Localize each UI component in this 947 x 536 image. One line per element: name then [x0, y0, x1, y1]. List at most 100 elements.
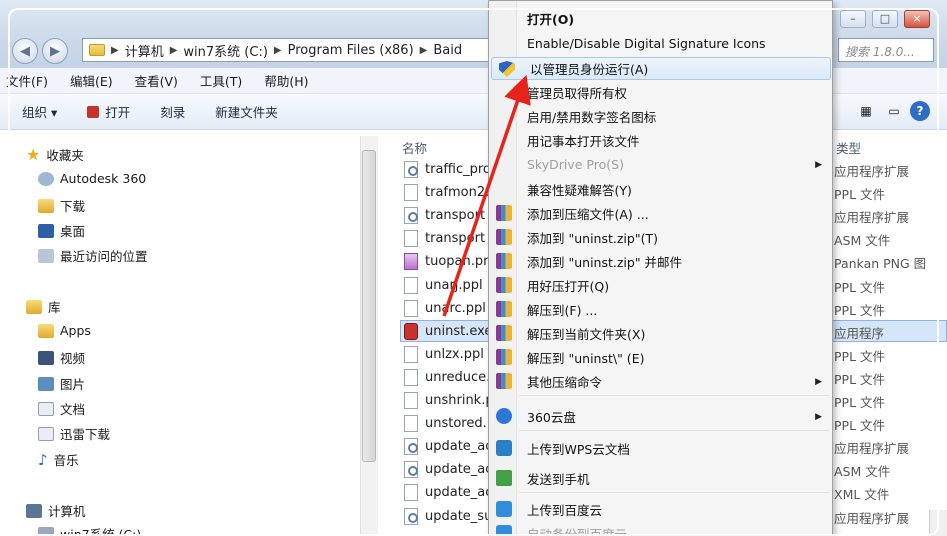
context-menu-item[interactable]: Enable/Disable Digital Signature Icons — [489, 32, 832, 55]
sidebar-scroll-thumb[interactable] — [362, 150, 376, 462]
menu-file[interactable]: 文件(F) — [6, 71, 48, 90]
explorer-window: – □ × ◀ ▶ ▶ 计算机 ▶ win7系统 (C:) ▶ Program … — [0, 0, 947, 536]
context-menu-item[interactable]: 其他压缩命令 ▶ — [489, 370, 832, 393]
close-button[interactable]: × — [904, 10, 930, 28]
context-menu-label: 以管理员身份运行(A) — [530, 62, 649, 77]
context-menu-label: 添加到 "uninst.zip" 并邮件 — [527, 255, 683, 270]
address-bar[interactable]: ▶ 计算机 ▶ win7系统 (C:) ▶ Program Files (x86… — [82, 38, 502, 62]
sidebar-computer[interactable]: 计算机 — [26, 501, 86, 520]
file-row[interactable]: transport — [404, 207, 485, 225]
file-row[interactable]: transport — [404, 230, 485, 248]
context-menu-label: 兼容性疑难解答(Y) — [527, 183, 632, 198]
file-name: unstored. — [425, 416, 487, 432]
context-menu-item[interactable]: 发送到手机 — [489, 467, 832, 490]
context-menu-item[interactable]: 360云盘 ▶ — [489, 405, 832, 428]
menu-help[interactable]: 帮助(H) — [264, 71, 308, 90]
file-row[interactable]: unreduce. — [404, 368, 490, 386]
submenu-arrow-icon: ▶ — [815, 411, 822, 422]
menu-view[interactable]: 查看(V) — [135, 71, 178, 90]
type-column-header[interactable]: 类型 — [836, 138, 861, 157]
context-menu-item[interactable]: 以管理员身份运行(A) — [491, 57, 831, 80]
sidebar-item-recent[interactable]: 最近访问的位置 — [38, 246, 148, 265]
context-menu-item[interactable]: 添加到压缩文件(A) ... — [489, 202, 832, 225]
desktop-icon — [38, 223, 54, 238]
breadcrumb-computer[interactable]: 计算机 — [125, 41, 164, 60]
sidebar-item-thunder[interactable]: 迅雷下载 — [38, 424, 110, 443]
sidebar-item-drive-c[interactable]: win7系统 (C:) — [38, 524, 141, 536]
context-menu-item[interactable]: 兼容性疑难解答(Y) — [489, 178, 832, 201]
menu-separator — [519, 430, 829, 431]
menu-tools[interactable]: 工具(T) — [200, 71, 242, 90]
file-row[interactable]: trafmon2. — [404, 184, 489, 202]
sidebar-item-music[interactable]: ♪ 音乐 — [38, 450, 79, 469]
sidebar-item-pictures[interactable]: 图片 — [38, 374, 85, 393]
new-folder-button[interactable]: 新建文件夹 — [215, 102, 278, 121]
file-row[interactable]: unarj.ppl — [404, 276, 483, 294]
view-options-icon[interactable]: ▦ — [856, 101, 876, 121]
file-type-cell: XML 文件 — [834, 487, 890, 503]
file-type-cell: 应用程序 — [834, 325, 885, 341]
maximize-button[interactable]: □ — [872, 10, 898, 28]
context-menu-item[interactable]: 解压到 "uninst\" (E) — [489, 346, 832, 369]
name-column-header[interactable]: 名称 — [402, 138, 427, 157]
file-type-cell: ASM 文件 — [834, 464, 891, 480]
context-menu-item[interactable]: 添加到 "uninst.zip" 并邮件 — [489, 250, 832, 273]
sidebar-item-videos[interactable]: 视频 — [38, 348, 85, 367]
file-list-scrollbar[interactable] — [929, 510, 947, 536]
file-row[interactable]: update_ac — [404, 438, 492, 456]
organize-button[interactable]: 组织 ▾ — [22, 102, 57, 121]
breadcrumb-program-files[interactable]: Program Files (x86) — [288, 43, 414, 58]
file-row[interactable]: update_ac — [404, 461, 492, 479]
file-row[interactable]: unstored. — [404, 415, 487, 433]
sidebar-item-downloads[interactable]: 下载 — [38, 196, 85, 215]
context-menu-label: 上传到百度云 — [527, 503, 603, 518]
file-row[interactable]: traffic_pro — [404, 161, 491, 178]
context-menu-item[interactable]: 用好压打开(Q) — [489, 274, 832, 297]
file-row[interactable]: tuopan.pn — [404, 253, 492, 271]
context-menu-item[interactable]: 管理员取得所有权 — [489, 81, 832, 104]
file-name: traffic_pro — [425, 162, 491, 177]
context-menu-item[interactable]: 上传到WPS云文档 — [489, 437, 832, 460]
file-name: unshrink.p — [425, 393, 494, 408]
back-button[interactable]: ◀ — [12, 38, 38, 64]
menu-separator — [519, 492, 829, 493]
computer-icon — [26, 503, 42, 518]
file-row[interactable]: unshrink.p — [404, 392, 494, 409]
sidebar-item-apps[interactable]: Apps — [38, 323, 91, 338]
file-row[interactable]: unlzx.ppl — [404, 345, 484, 363]
file-row[interactable]: update_su — [404, 507, 492, 525]
context-menu-item[interactable]: 上传到百度云 — [489, 498, 832, 521]
context-menu-item[interactable]: 打开(O) — [489, 7, 832, 30]
breadcrumb-baidu[interactable]: Baid — [433, 43, 462, 58]
minimize-button[interactable]: – — [840, 10, 866, 28]
preview-pane-icon[interactable]: ▭ — [884, 101, 904, 121]
context-menu-item[interactable]: 启用/禁用数字签名图标 — [489, 105, 832, 128]
open-button[interactable]: 打开 — [87, 102, 130, 121]
sidebar-item-documents[interactable]: 文档 — [38, 399, 85, 418]
context-menu-item[interactable]: 添加到 "uninst.zip"(T) — [489, 226, 832, 249]
sidebar-item-autodesk[interactable]: Autodesk 360 — [38, 171, 146, 186]
file-row[interactable]: update_ac — [404, 484, 492, 502]
context-menu-item[interactable]: 解压到(F) ... — [489, 298, 832, 321]
file-name: tuopan.pn — [425, 254, 492, 270]
file-row[interactable]: uninst.exe — [404, 322, 493, 340]
burn-button[interactable]: 刻录 — [160, 102, 185, 121]
search-input[interactable]: 搜索 1.8.0... — [838, 38, 934, 62]
context-menu-label: 自动备份到百度云 — [527, 527, 628, 536]
help-icon[interactable]: ? — [910, 101, 930, 121]
png-file-icon — [404, 253, 418, 271]
file-row[interactable]: unarc.ppl — [404, 299, 486, 317]
context-menu-item[interactable]: 解压到当前文件夹(X) — [489, 322, 832, 345]
file-name: uninst.exe — [425, 323, 493, 339]
menu-edit[interactable]: 编辑(E) — [70, 71, 113, 90]
context-menu-item: 自动备份到百度云 — [489, 522, 832, 536]
sidebar-item-desktop[interactable]: 桌面 — [38, 221, 85, 240]
doc-file-icon — [404, 345, 418, 363]
sidebar-libraries[interactable]: 库 — [26, 297, 61, 316]
breadcrumb-drive[interactable]: win7系统 (C:) — [183, 41, 268, 60]
picture-icon — [38, 376, 54, 391]
context-menu-item[interactable]: 用记事本打开该文件 — [489, 129, 832, 152]
sidebar-favorites[interactable]: ★ 收藏夹 — [26, 145, 84, 164]
context-menu-label: 添加到 "uninst.zip"(T) — [527, 231, 658, 246]
forward-button[interactable]: ▶ — [42, 38, 68, 64]
